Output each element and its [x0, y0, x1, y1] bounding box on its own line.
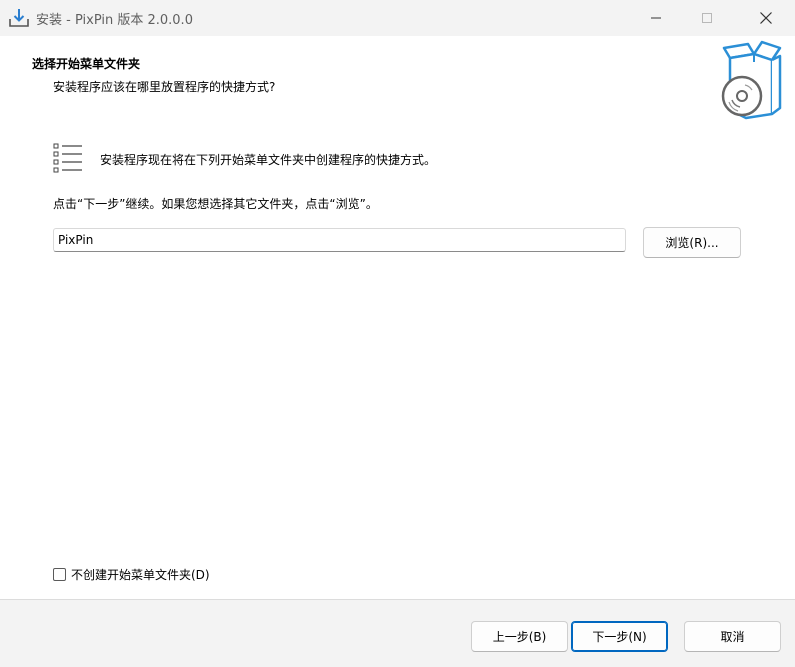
wizard-footer: 上一步(B) 下一步(N) 取消 — [0, 600, 795, 667]
hint-text: 点击“下一步”继续。如果您想选择其它文件夹，点击“浏览”。 — [53, 197, 378, 211]
close-icon — [760, 12, 772, 24]
page-title: 选择开始菜单文件夹 — [32, 57, 141, 71]
no-start-menu-label[interactable]: 不创建开始菜单文件夹(D) — [71, 566, 210, 583]
no-start-menu-checkbox[interactable] — [53, 568, 66, 581]
instruction-text: 安装程序现在将在下列开始菜单文件夹中创建程序的快捷方式。 — [100, 153, 437, 167]
install-download-icon — [9, 9, 29, 27]
browse-button[interactable]: 浏览(R)... — [643, 227, 741, 258]
start-menu-folder-input[interactable]: PixPin — [53, 228, 626, 252]
minimize-button[interactable] — [633, 0, 679, 36]
no-start-menu-option[interactable]: 不创建开始菜单文件夹(D) — [53, 566, 210, 583]
software-box-disc-icon — [721, 40, 782, 120]
back-button[interactable]: 上一步(B) — [471, 621, 568, 652]
title-bar: 安装 - PixPin 版本 2.0.0.0 — [0, 0, 795, 36]
wizard-header: 选择开始菜单文件夹 安装程序应该在哪里放置程序的快捷方式? — [0, 36, 795, 121]
cancel-button[interactable]: 取消 — [684, 621, 781, 652]
page-subtitle: 安装程序应该在哪里放置程序的快捷方式? — [53, 80, 276, 94]
close-button[interactable] — [743, 0, 789, 36]
window-title: 安装 - PixPin 版本 2.0.0.0 — [36, 13, 193, 28]
minimize-icon — [651, 17, 661, 19]
wizard-content: 安装程序现在将在下列开始菜单文件夹中创建程序的快捷方式。 点击“下一步”继续。如… — [0, 121, 795, 599]
next-button[interactable]: 下一步(N) — [571, 621, 668, 652]
start-menu-list-icon — [53, 143, 82, 173]
maximize-icon — [702, 13, 712, 23]
maximize-button[interactable] — [684, 0, 730, 36]
